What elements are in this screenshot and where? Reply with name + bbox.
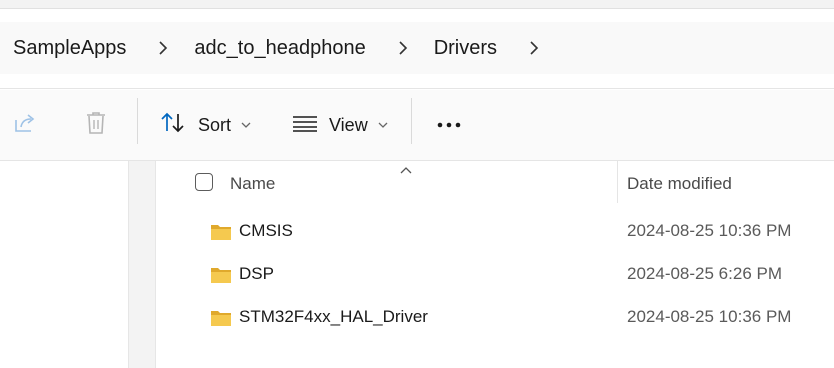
sort-ascending-icon	[399, 161, 413, 179]
file-name: CMSIS	[239, 221, 293, 240]
pane-splitter[interactable]	[128, 161, 156, 368]
sort-icon	[160, 111, 186, 140]
folder-icon	[210, 223, 232, 246]
sort-label: Sort	[198, 114, 232, 135]
column-header-date-modified[interactable]: Date modified	[627, 174, 732, 194]
title-bar-strip	[0, 0, 834, 9]
toolbar-top-divider	[0, 88, 834, 89]
file-date-modified: 2024-08-25 10:36 PM	[627, 221, 792, 240]
chevron-down-icon	[378, 116, 388, 134]
view-button[interactable]: View	[292, 110, 388, 140]
chevron-down-icon	[241, 116, 251, 134]
file-date-modified: 2024-08-25 6:26 PM	[627, 264, 782, 283]
toolbar-separator	[137, 98, 138, 144]
breadcrumb-item-drivers[interactable]: Drivers	[434, 37, 497, 60]
command-bar: Sort View	[0, 90, 834, 160]
delete-button[interactable]	[84, 110, 108, 140]
select-all-checkbox[interactable]	[195, 173, 213, 191]
sort-button[interactable]: Sort	[160, 110, 251, 140]
column-header-name[interactable]: Name	[230, 174, 275, 194]
folder-icon	[210, 309, 232, 332]
more-icon	[436, 116, 464, 134]
trash-icon	[84, 110, 108, 141]
share-button[interactable]	[12, 110, 38, 140]
share-icon	[12, 110, 38, 141]
list-item[interactable]: STM32F4xx_HAL_Driver 2024-08-25 10:36 PM	[156, 298, 834, 338]
breadcrumb-item-sampleapps[interactable]: SampleApps	[13, 37, 126, 60]
folder-icon	[210, 266, 232, 289]
navigation-pane	[0, 161, 128, 368]
view-label: View	[329, 114, 368, 135]
breadcrumb-item-adc-to-headphone[interactable]: adc_to_headphone	[194, 37, 365, 60]
view-list-icon	[292, 113, 318, 138]
file-name: DSP	[239, 264, 274, 283]
chevron-right-icon[interactable]	[525, 39, 543, 57]
file-name: STM32F4xx_HAL_Driver	[239, 307, 428, 326]
breadcrumb: SampleApps adc_to_headphone Drivers	[0, 22, 834, 74]
file-date-modified: 2024-08-25 10:36 PM	[627, 307, 792, 326]
column-separator[interactable]	[617, 161, 618, 203]
chevron-right-icon[interactable]	[394, 39, 412, 57]
chevron-right-icon[interactable]	[154, 39, 172, 57]
list-item[interactable]: CMSIS 2024-08-25 10:36 PM	[156, 212, 834, 252]
more-options-button[interactable]	[436, 110, 464, 140]
list-item[interactable]: DSP 2024-08-25 6:26 PM	[156, 255, 834, 295]
toolbar-separator	[411, 98, 412, 144]
